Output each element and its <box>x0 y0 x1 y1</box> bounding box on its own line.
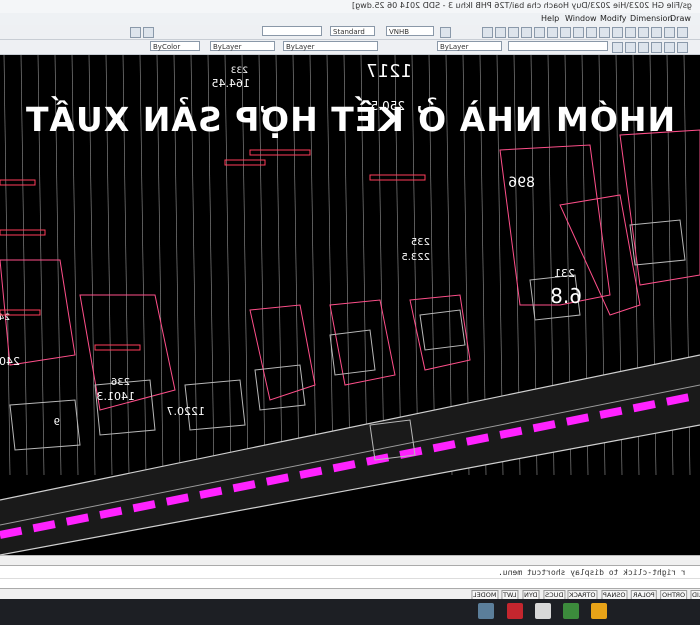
text-style-dropdown[interactable]: VNHB <box>386 26 434 36</box>
plot-outline <box>329 329 376 376</box>
annotation-mark <box>224 159 266 166</box>
menu-window[interactable]: Window <box>565 14 597 23</box>
tool-icon[interactable] <box>143 27 154 38</box>
menu-help[interactable]: Help <box>541 14 559 23</box>
text-style-dropdown[interactable] <box>262 26 322 36</box>
parcel-label: 1217 <box>366 61 412 82</box>
parcel-label: 896 <box>508 175 535 191</box>
command-line[interactable]: r right-click to display shortcut menu. <box>0 565 700 579</box>
tool-icon[interactable] <box>651 27 662 38</box>
plot-outline <box>419 309 466 351</box>
plot-outline <box>94 379 156 436</box>
parcel-label: 223.5 <box>401 252 430 263</box>
autocad-icon[interactable] <box>478 603 494 619</box>
tool-icon[interactable] <box>586 27 597 38</box>
tool-icon[interactable] <box>664 42 675 53</box>
tool-icon[interactable] <box>547 27 558 38</box>
folder-icon[interactable] <box>591 603 607 619</box>
toolbar-properties: ByColor ByLayer ByLayer ByLayer <box>0 40 700 55</box>
parcel-label: 164.45 <box>212 77 251 90</box>
parcel-boundary <box>409 294 471 371</box>
menu-modify[interactable]: Modify <box>600 14 627 23</box>
app-icon[interactable] <box>563 603 579 619</box>
tool-icon[interactable] <box>534 27 545 38</box>
tool-icon[interactable] <box>440 27 451 38</box>
parcel-label: 1401.3 <box>97 390 136 403</box>
annotation-mark <box>0 179 36 186</box>
annotation-mark <box>369 174 426 181</box>
parcel-label: 236 <box>111 377 130 388</box>
dim-style-dropdown[interactable]: Standard <box>330 26 375 36</box>
tool-icon[interactable] <box>508 27 519 38</box>
color-dropdown[interactable]: ByLayer <box>437 41 502 51</box>
parcel-boundary <box>249 304 316 401</box>
plot-outline <box>9 399 81 451</box>
parcel-label: 240 <box>0 355 20 368</box>
layer-dropdown[interactable] <box>508 41 608 51</box>
tool-icon[interactable] <box>638 42 649 53</box>
tool-icon[interactable] <box>677 27 688 38</box>
parcel-label: 233 <box>231 66 248 76</box>
menu-draw[interactable]: Draw <box>670 14 691 23</box>
tool-icon[interactable] <box>651 42 662 53</box>
linetype-dropdown[interactable]: ByLayer <box>283 41 378 51</box>
parcel-boundary <box>0 259 76 366</box>
menu-bar: Help Window Modify Dimension Draw <box>0 13 700 25</box>
annotation-mark <box>249 149 311 156</box>
window-title: gs\File GH 2023\Hie 2023\Duy Hoach cha b… <box>352 1 692 10</box>
tool-icon[interactable] <box>560 27 571 38</box>
title-bar: gs\File GH 2023\Hie 2023\Duy Hoach cha b… <box>0 0 700 14</box>
road-edge <box>0 384 700 526</box>
parcel-label: 231 <box>554 267 575 280</box>
tool-icon[interactable] <box>130 27 141 38</box>
tool-icon[interactable] <box>677 42 688 53</box>
tool-icon[interactable] <box>625 27 636 38</box>
command-prompt: r right-click to display shortcut menu. <box>498 568 686 577</box>
tool-icon[interactable] <box>625 42 636 53</box>
youtube-icon[interactable] <box>507 603 523 619</box>
drawing-heading: NHÓM NHÀ Ở KẾT HỢP SẢN XUẤT <box>24 100 676 139</box>
menu-dimension[interactable]: Dimension <box>630 14 673 23</box>
parcel-label: 6.8 <box>550 284 582 308</box>
tool-icon[interactable] <box>495 27 506 38</box>
tool-icon[interactable] <box>664 27 675 38</box>
tool-icon[interactable] <box>612 42 623 53</box>
lineweight-dropdown[interactable]: ByLayer <box>210 41 275 51</box>
plot-outline <box>629 219 686 266</box>
tool-icon[interactable] <box>521 27 532 38</box>
app-icon[interactable] <box>535 603 551 619</box>
tool-icon[interactable] <box>573 27 584 38</box>
parcel-label: 235 <box>411 237 430 248</box>
tool-icon[interactable] <box>599 27 610 38</box>
tool-icon[interactable] <box>638 27 649 38</box>
tool-icon[interactable] <box>612 27 623 38</box>
taskbar <box>0 599 700 625</box>
parcel-label: 9 <box>54 417 60 428</box>
toolbar-styles: Standard VNHB <box>0 25 700 40</box>
parcel-boundary <box>329 299 396 386</box>
annotation-mark <box>94 344 141 351</box>
parcel-label: 1220.7 <box>167 405 206 418</box>
tool-icon[interactable] <box>482 27 493 38</box>
plot-style-dropdown[interactable]: ByColor <box>150 41 200 51</box>
